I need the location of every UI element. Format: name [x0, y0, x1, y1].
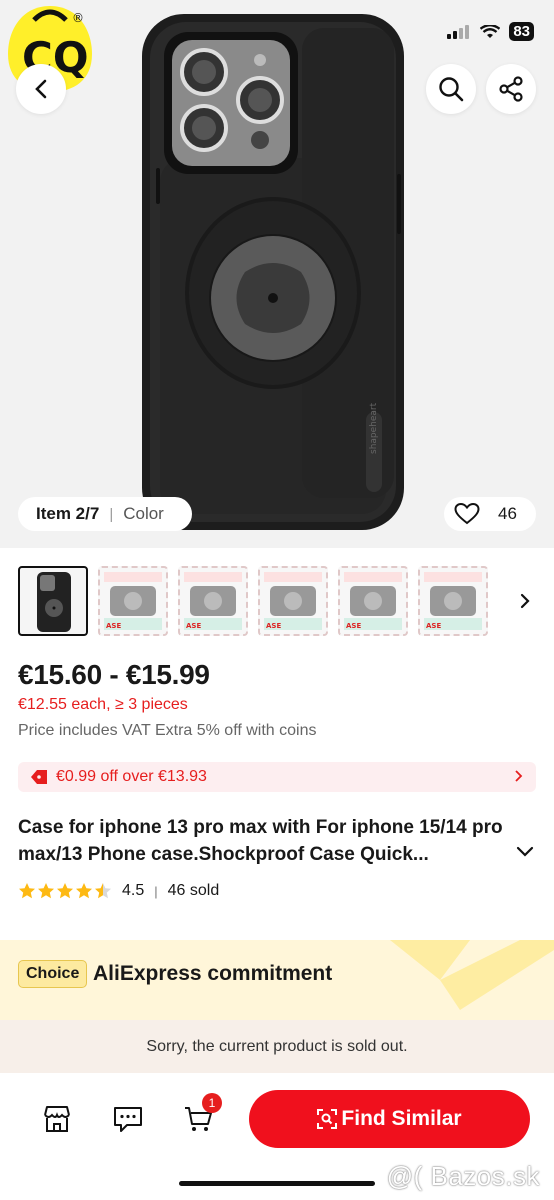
thumbnail-image: ASE [344, 572, 402, 630]
star-icon [38, 883, 54, 899]
sold-out-notice: Sorry, the current product is sold out. [0, 1020, 554, 1073]
share-button[interactable] [486, 64, 536, 114]
vat-note: Price includes VAT Extra 5% off with coi… [18, 722, 317, 739]
svg-text:ASE: ASE [426, 622, 441, 630]
rating-row[interactable]: 4.5 | 46 sold [18, 882, 219, 900]
watermark: @( Bazos.sk [386, 1161, 540, 1191]
commitment-section[interactable]: Choice AliExpress commitment [0, 940, 554, 1020]
bulk-price: €12.55 each, ≥ 3 pieces [18, 696, 188, 713]
thumbnail-strip: ASE ASE ASE ASE ASE [18, 566, 554, 636]
cart-count-badge: 1 [202, 1093, 222, 1113]
star-icon [19, 883, 35, 899]
svg-text:ASE: ASE [106, 622, 121, 630]
thumbnail-image: ASE [104, 572, 162, 630]
svg-text:shapeheart: shapeheart [369, 402, 379, 454]
product-image-gallery[interactable]: shapeheart CQ ® 34 83 [0, 0, 554, 548]
star-icon [76, 883, 92, 899]
home-indicator [179, 1181, 375, 1186]
search-icon [439, 77, 464, 102]
rating-separator: | [154, 883, 158, 899]
item-separator: | [109, 505, 114, 523]
price-range: €15.60 - €15.99 [18, 659, 210, 690]
store-button[interactable] [41, 1103, 73, 1135]
thumbnail[interactable]: ASE [178, 566, 248, 636]
find-similar-label: Find Similar [341, 1107, 462, 1130]
thumbnail-image [37, 572, 71, 632]
thumbnail[interactable]: ASE [98, 566, 168, 636]
signal-icon [447, 24, 470, 39]
item-counter: Item 2/7 [36, 504, 100, 523]
battery-indicator: 83 [509, 22, 534, 41]
rating-value: 4.5 [122, 882, 145, 899]
sold-count: 46 sold [167, 882, 220, 899]
message-button[interactable] [112, 1103, 144, 1135]
chevron-left-icon [35, 79, 47, 99]
commitment-title: AliExpress commitment [93, 962, 333, 985]
coupon-text: €0.99 off over €13.93 [56, 768, 207, 785]
color-label: Color [123, 504, 164, 523]
wifi-icon [480, 24, 501, 38]
choice-badge: Choice [18, 960, 88, 988]
chevron-down-icon[interactable] [516, 846, 534, 858]
status-bar: 34 83 [447, 22, 534, 41]
coupon-banner[interactable]: €0.99 off over €13.93 [18, 762, 536, 792]
chevron-right-icon [515, 770, 523, 782]
wishlist-button[interactable]: 46 [444, 497, 536, 531]
product-title: Case for iphone 13 pro max with For ipho… [18, 817, 503, 865]
thumbnail[interactable] [18, 566, 88, 636]
product-image: shapeheart [142, 14, 404, 530]
store-icon [44, 1106, 70, 1132]
thumbnail-image: ASE [184, 572, 242, 630]
svg-text:ASE: ASE [186, 622, 201, 630]
share-icon [499, 76, 523, 102]
svg-text:ASE: ASE [266, 622, 281, 630]
thumbnail-next-button[interactable] [512, 586, 538, 616]
search-button[interactable] [426, 64, 476, 114]
thumbnail[interactable]: ASE [258, 566, 328, 636]
thumbnail[interactable]: ASE [338, 566, 408, 636]
star-icon [95, 883, 111, 899]
back-button[interactable] [16, 64, 66, 114]
thumbnail[interactable]: ASE [418, 566, 488, 636]
coupon-tag-icon [31, 770, 47, 784]
item-color-indicator[interactable]: Item 2/7 | Color [18, 497, 192, 531]
svg-text:®: ® [72, 11, 84, 25]
heart-icon [454, 503, 480, 525]
star-icon [57, 883, 73, 899]
chat-icon [114, 1107, 142, 1132]
chevron-right-icon [520, 593, 530, 609]
thumbnail-image: ASE [424, 572, 482, 630]
wishlist-count: 46 [498, 504, 517, 523]
svg-text:ASE: ASE [346, 622, 361, 630]
thumbnail-image: ASE [264, 572, 322, 630]
find-similar-button[interactable]: Find Similar [249, 1090, 530, 1148]
star-rating [18, 882, 112, 900]
bottom-action-bar: 1 Find Similar @( Bazos.sk [0, 1073, 554, 1200]
image-search-icon [317, 1109, 338, 1129]
